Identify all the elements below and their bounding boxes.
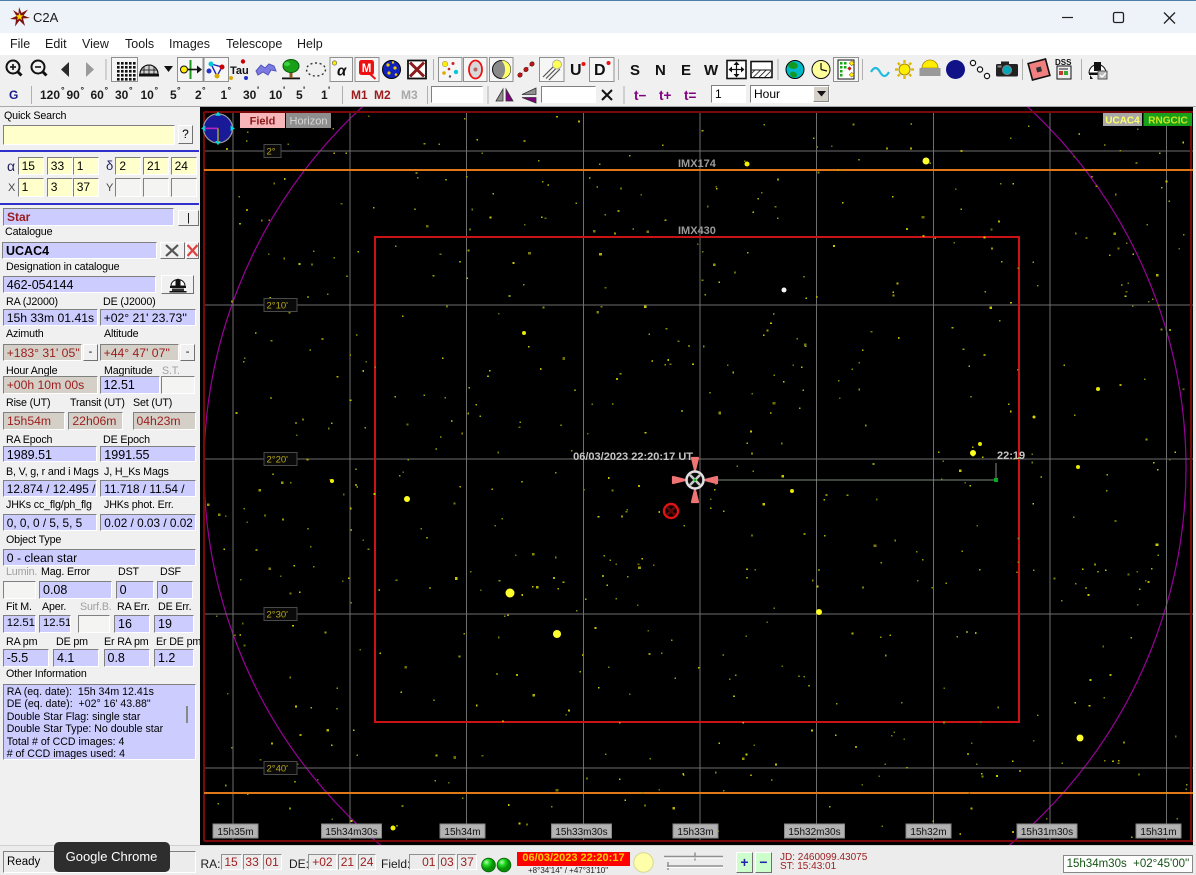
svg-text:°: ° [105,85,109,95]
svg-text:M2: M2 [374,88,391,102]
svg-text:5: 5 [296,88,303,102]
svg-text:15h32m30s: 15h32m30s [788,827,840,838]
svg-text:Tau: Tau [230,65,249,77]
svg-text:1: 1 [221,88,228,102]
svg-text:°: ° [81,85,85,95]
svg-text:30: 30 [243,88,257,102]
svg-text:°: ° [61,85,65,95]
svg-text:U: U [570,62,582,79]
svg-text:30: 30 [115,88,129,102]
svg-text:RNGCIC: RNGCIC [1148,116,1187,127]
svg-text:2°: 2° [267,147,276,158]
svg-text:t=: t= [684,88,696,103]
svg-text:G: G [9,88,18,102]
svg-text:°: ° [177,85,181,95]
svg-text:15h34m: 15h34m [444,827,480,838]
svg-text:90: 90 [67,88,81,102]
svg-text:15h31m30s: 15h31m30s [1021,827,1073,838]
svg-text:10: 10 [141,88,155,102]
svg-text:22:19: 22:19 [997,450,1025,462]
svg-text:M1: M1 [351,88,368,102]
svg-text:1: 1 [321,88,328,102]
svg-text:120: 120 [40,88,60,102]
svg-text:N: N [655,62,666,79]
svg-text:': ' [303,85,305,95]
svg-text:UCAC4: UCAC4 [1105,116,1140,127]
svg-text:2°10': 2°10' [267,301,289,312]
svg-text:IMX174: IMX174 [678,158,717,170]
svg-text:IMX430: IMX430 [678,225,716,237]
svg-text:': ' [328,85,330,95]
svg-text:M: M [362,63,372,75]
svg-text:α: α [337,63,347,80]
svg-text:t−: t− [634,88,646,103]
svg-text:W: W [704,62,719,79]
svg-text:10: 10 [269,88,283,102]
svg-text:5: 5 [170,88,177,102]
svg-text:2°40': 2°40' [267,764,289,775]
svg-text:2°20': 2°20' [267,455,289,466]
svg-text:06/03/2023 22:20:17 UT: 06/03/2023 22:20:17 UT [573,451,693,463]
svg-text:S: S [630,62,640,79]
svg-text:Horizon: Horizon [290,116,328,128]
svg-text:15h34m30s: 15h34m30s [325,827,377,838]
svg-text:2°30': 2°30' [267,610,289,621]
svg-text:60: 60 [91,88,105,102]
svg-text:15h32m: 15h32m [910,827,946,838]
svg-text:15h33m30s: 15h33m30s [555,827,607,838]
svg-text:D: D [594,62,606,79]
svg-text:': ' [283,85,285,95]
svg-text:E: E [681,62,691,79]
svg-text:15h35m: 15h35m [217,827,253,838]
svg-text:M3: M3 [401,88,418,102]
svg-text:15h31m: 15h31m [1140,827,1176,838]
svg-text:°: ° [202,85,206,95]
svg-text:°: ° [155,85,159,95]
svg-text:': ' [257,85,259,95]
svg-text:°: ° [129,85,133,95]
svg-text:t+: t+ [659,88,671,103]
svg-text:2: 2 [195,88,202,102]
svg-text:15h33m: 15h33m [677,827,713,838]
svg-text:Field: Field [250,116,276,128]
svg-text:°: ° [228,85,232,95]
